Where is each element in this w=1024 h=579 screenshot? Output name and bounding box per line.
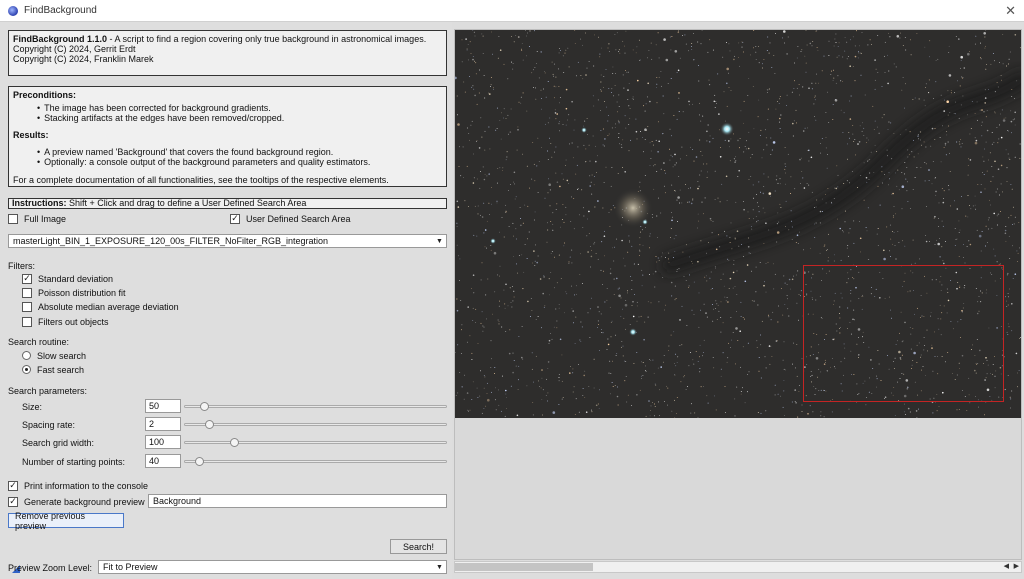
grid-width-value: 100: [149, 437, 165, 447]
print-console-checkbox[interactable]: ✓ Print information to the console: [8, 479, 148, 492]
control-panel: FindBackground 1.1.0 - A script to find …: [0, 22, 452, 579]
user-defined-area-checkbox[interactable]: ✓ User Defined Search Area: [230, 212, 351, 225]
starting-points-value: 40: [149, 456, 160, 466]
filter-label: Absolute median average deviation: [38, 301, 179, 312]
script-name: FindBackground 1.1.0: [13, 34, 108, 44]
copyright-1: Copyright (C) 2024, Gerrit Erdt: [13, 44, 136, 54]
print-console-label: Print information to the console: [24, 480, 149, 491]
astro-image[interactable]: [455, 30, 1021, 418]
image-select[interactable]: masterLight_BIN_1_EXPOSURE_120_00s_FILTE…: [8, 234, 447, 248]
copyright-2: Copyright (C) 2024, Franklin Marek: [13, 54, 154, 64]
starting-points-slider[interactable]: [184, 457, 447, 466]
generate-preview-checkbox[interactable]: ✓ Generate background preview: [8, 495, 145, 508]
grid-width-slider[interactable]: [184, 438, 447, 447]
grid-width-label: Search grid width:: [22, 438, 95, 448]
spacing-rate-value: 2: [149, 419, 155, 429]
zoom-level-value: Fit to Preview: [103, 562, 158, 572]
close-icon[interactable]: ✕: [1005, 3, 1016, 19]
script-description: - A script to find a region covering onl…: [107, 34, 427, 44]
remove-preview-button[interactable]: Remove previous preview: [8, 511, 124, 531]
size-label: Size:: [22, 402, 43, 412]
zoom-level-select[interactable]: Fit to Preview ▼: [98, 560, 447, 574]
radio-label: Slow search: [37, 350, 87, 361]
search-params-title: Search parameters:: [8, 385, 88, 396]
instructions-text: Shift + Click and drag to define a User …: [66, 198, 307, 208]
filter-objects[interactable]: Filters out objects: [22, 315, 109, 328]
radio-label: Fast search: [37, 364, 85, 375]
filters-title: Filters:: [8, 260, 35, 271]
user-defined-area-label: User Defined Search Area: [246, 213, 351, 224]
results-title: Results:: [13, 130, 49, 140]
slider-thumb[interactable]: [230, 438, 239, 447]
checkbox-box[interactable]: [22, 301, 32, 312]
slider-thumb[interactable]: [205, 420, 214, 429]
precondition-item: The image has been corrected for backgro…: [37, 103, 442, 113]
search-button[interactable]: Search!: [390, 539, 447, 554]
horizontal-scrollbar[interactable]: ◀ ▶: [454, 561, 1022, 573]
spacing-rate-slider[interactable]: [184, 420, 447, 429]
starting-points-input[interactable]: 40: [145, 454, 181, 468]
filter-mad[interactable]: Absolute median average deviation: [22, 300, 179, 313]
filter-label: Standard deviation: [38, 273, 114, 284]
preview-name-input[interactable]: Background: [148, 494, 447, 508]
generate-preview-label: Generate background preview: [24, 496, 145, 507]
grid-width-input[interactable]: 100: [145, 435, 181, 449]
checkbox-box[interactable]: ✓: [8, 496, 18, 507]
spacing-rate-label: Spacing rate:: [22, 420, 76, 430]
radio-fast-search[interactable]: Fast search: [22, 363, 84, 376]
radio-button[interactable]: [22, 365, 31, 374]
size-slider[interactable]: [184, 402, 447, 411]
filter-label: Poisson distribution fit: [38, 287, 126, 298]
scroll-right-icon[interactable]: ▶: [1014, 562, 1019, 572]
slider-thumb[interactable]: [195, 457, 204, 466]
checkbox-box[interactable]: ✓: [22, 273, 32, 284]
result-item: Optionally: a console output of the back…: [37, 157, 442, 167]
checkbox-box[interactable]: [22, 316, 32, 327]
full-image-label: Full Image: [24, 213, 67, 224]
preconditions-title: Preconditions:: [13, 90, 77, 100]
preview-name-value: Background: [153, 496, 202, 506]
instructions-label: Instructions:: [12, 198, 67, 208]
search-routine-title: Search routine:: [8, 336, 70, 347]
chevron-down-icon[interactable]: ▼: [435, 563, 444, 572]
precondition-item: Stacking artifacts at the edges have bee…: [37, 113, 442, 123]
image-select-value: masterLight_BIN_1_EXPOSURE_120_00s_FILTE…: [13, 236, 328, 246]
starting-points-label: Number of starting points:: [22, 457, 126, 467]
radio-button[interactable]: [22, 351, 31, 360]
filter-label: Filters out objects: [38, 316, 109, 327]
instructions-box: Instructions: Shift + Click and drag to …: [8, 198, 447, 209]
full-image-checkbox[interactable]: Full Image: [8, 212, 66, 225]
filter-poisson[interactable]: Poisson distribution fit: [22, 286, 126, 299]
info-box: Preconditions: The image has been correc…: [8, 86, 447, 187]
result-item: A preview named 'Background' that covers…: [37, 147, 442, 157]
app-icon: [8, 5, 18, 16]
scrollbar-thumb[interactable]: [455, 563, 593, 571]
title-bar: FindBackground ✕: [0, 0, 1024, 22]
checkbox-box[interactable]: [8, 213, 18, 224]
preview-panel: ◀ ▶: [452, 22, 1024, 579]
scroll-left-icon[interactable]: ◀: [1004, 562, 1009, 572]
zoom-level-label: Preview Zoom Level:: [8, 563, 93, 573]
checkbox-box[interactable]: [22, 287, 32, 298]
size-input[interactable]: 50: [145, 399, 181, 413]
checkbox-box[interactable]: ✓: [230, 213, 240, 224]
window-title: FindBackground: [24, 5, 97, 16]
chevron-down-icon[interactable]: ▼: [435, 237, 444, 246]
preview-viewport[interactable]: [454, 29, 1022, 560]
radio-slow-search[interactable]: Slow search: [22, 349, 86, 362]
spacing-rate-input[interactable]: 2: [145, 417, 181, 431]
about-box: FindBackground 1.1.0 - A script to find …: [8, 30, 447, 76]
documentation-note: For a complete documentation of all func…: [13, 175, 389, 185]
filter-standard-deviation[interactable]: ✓ Standard deviation: [22, 272, 113, 285]
results-list: A preview named 'Background' that covers…: [37, 147, 442, 167]
size-value: 50: [149, 401, 160, 411]
preconditions-list: The image has been corrected for backgro…: [37, 103, 442, 123]
user-search-area-rectangle[interactable]: [803, 265, 1004, 402]
checkbox-box[interactable]: ✓: [8, 480, 18, 491]
slider-thumb[interactable]: [200, 402, 209, 411]
